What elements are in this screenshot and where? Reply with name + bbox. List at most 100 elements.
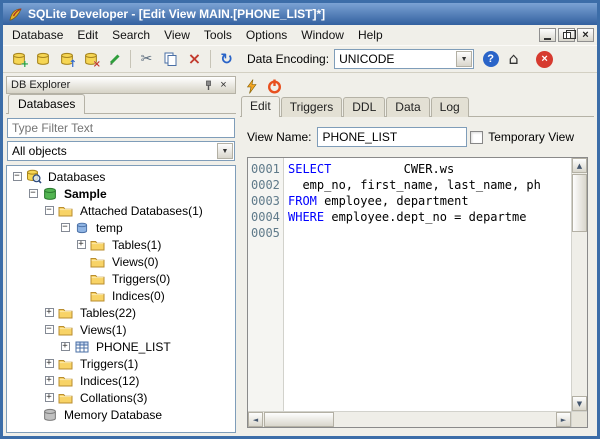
tree-item-label: Tables(22) bbox=[80, 305, 137, 320]
power-icon[interactable] bbox=[265, 77, 284, 95]
menu-help[interactable]: Help bbox=[351, 26, 390, 44]
window-title: SQLite Developer - [Edit View MAIN.[PHON… bbox=[28, 7, 326, 21]
scroll-left-icon[interactable]: ◄ bbox=[248, 412, 263, 427]
view-name-input[interactable] bbox=[317, 127, 468, 147]
collapse-icon[interactable]: − bbox=[12, 172, 22, 181]
delete-icon[interactable]: × bbox=[183, 48, 206, 70]
collapse-icon[interactable]: − bbox=[44, 325, 54, 334]
pin-icon[interactable] bbox=[201, 78, 216, 92]
menu-options[interactable]: Options bbox=[239, 26, 294, 44]
close-panel-icon[interactable]: × bbox=[216, 78, 231, 92]
tree-item-label: Collations(3) bbox=[80, 390, 148, 405]
tree-item-phone-list[interactable]: + PHONE_LIST bbox=[9, 338, 235, 355]
tree-item-views-0[interactable]: Views(0) bbox=[9, 253, 235, 270]
view-name-label: View Name: bbox=[247, 130, 312, 144]
db-green-icon bbox=[41, 186, 58, 201]
copy-icon[interactable] bbox=[159, 48, 182, 70]
data-encoding-combobox[interactable]: UNICODE ▼ bbox=[334, 49, 475, 69]
horizontal-scroll-thumb[interactable] bbox=[264, 412, 334, 427]
tree-item-tables-1[interactable]: + Tables(1) bbox=[9, 236, 235, 253]
tree-item-label: Triggers(0) bbox=[112, 271, 171, 286]
tree-item-tables-22[interactable]: + Tables(22) bbox=[9, 304, 235, 321]
scroll-right-icon[interactable]: ► bbox=[556, 412, 571, 427]
tree-item-indices-0[interactable]: Indices(0) bbox=[9, 287, 235, 304]
app-window: SQLite Developer - [Edit View MAIN.[PHON… bbox=[0, 0, 600, 439]
data-encoding-value: UNICODE bbox=[339, 52, 395, 66]
detach-database-icon[interactable]: × bbox=[79, 48, 102, 70]
database-tree[interactable]: − Databases − Sample − Attached Databases(1) −… bbox=[6, 165, 236, 433]
menu-database[interactable]: Database bbox=[5, 26, 70, 44]
edit-icon[interactable] bbox=[103, 48, 126, 70]
folder-icon bbox=[57, 390, 74, 405]
chevron-down-icon[interactable]: ▼ bbox=[217, 143, 233, 159]
tree-item-sample[interactable]: − Sample bbox=[9, 185, 235, 202]
collapse-icon[interactable]: − bbox=[28, 189, 38, 198]
execute-icon[interactable] bbox=[242, 77, 261, 95]
tab-data[interactable]: Data bbox=[386, 97, 430, 117]
tab-log[interactable]: Log bbox=[430, 97, 469, 117]
expand-icon[interactable]: + bbox=[44, 376, 54, 385]
cut-icon[interactable]: ✂ bbox=[135, 48, 158, 70]
new-database-icon[interactable]: + bbox=[7, 48, 30, 70]
chevron-down-icon[interactable]: ▼ bbox=[456, 51, 473, 67]
tab-edit[interactable]: Edit bbox=[241, 96, 280, 117]
sql-editor: 0001 0002 0003 0004 0005 SELECT CWER.ws emp_… bbox=[247, 157, 588, 428]
tree-item-label: Triggers(1) bbox=[80, 356, 139, 371]
home-icon[interactable]: ⌂ bbox=[502, 48, 525, 70]
attach-database-icon[interactable]: ↑ bbox=[55, 48, 78, 70]
open-database-icon[interactable] bbox=[31, 48, 54, 70]
tree-item-label: temp bbox=[96, 220, 123, 235]
expand-icon[interactable]: + bbox=[44, 359, 54, 368]
tree-item-views-1[interactable]: − Views(1) bbox=[9, 321, 235, 338]
menu-window[interactable]: Window bbox=[294, 26, 351, 44]
folder-icon bbox=[89, 237, 106, 252]
code-line: SELECT CWER.ws bbox=[288, 162, 455, 176]
tree-item-triggers-1[interactable]: + Triggers(1) bbox=[9, 355, 235, 372]
expand-icon[interactable]: + bbox=[60, 342, 70, 351]
vertical-scroll-thumb[interactable] bbox=[572, 174, 587, 232]
expand-icon[interactable]: + bbox=[76, 240, 86, 249]
tree-item-temp[interactable]: − temp bbox=[9, 219, 235, 236]
horizontal-scrollbar[interactable]: ◄ ► bbox=[248, 411, 571, 427]
expand-icon[interactable]: + bbox=[44, 308, 54, 317]
tree-item-attached-databases-1[interactable]: − Attached Databases(1) bbox=[9, 202, 235, 219]
menu-search[interactable]: Search bbox=[105, 26, 157, 44]
refresh-icon[interactable]: ↻ bbox=[215, 48, 238, 70]
toolbar-separator bbox=[210, 50, 211, 68]
tree-item-memory-database[interactable]: Memory Database bbox=[9, 406, 235, 423]
view-editor-panel: EditTriggersDDLDataLog View Name: Tempor… bbox=[240, 76, 594, 433]
scroll-up-icon[interactable]: ▲ bbox=[572, 158, 587, 173]
tree-item-label: Views(0) bbox=[112, 254, 159, 269]
vertical-scrollbar[interactable]: ▲ ▼ bbox=[571, 158, 587, 411]
help-icon[interactable]: ? bbox=[479, 48, 502, 70]
temporary-view-checkbox[interactable] bbox=[470, 130, 484, 144]
filter-input[interactable] bbox=[7, 118, 235, 138]
expand-icon[interactable]: + bbox=[44, 393, 54, 402]
tab-triggers[interactable]: Triggers bbox=[280, 97, 343, 117]
tab-ddl[interactable]: DDL bbox=[343, 97, 386, 117]
edit-tab-content: View Name: Temporary View 00010002000300… bbox=[240, 117, 594, 433]
code-line: emp_no, first_name, last_name, ph bbox=[288, 178, 541, 192]
tree-item-triggers-0[interactable]: Triggers(0) bbox=[9, 270, 235, 287]
tree-item-collations-3[interactable]: + Collations(3) bbox=[9, 389, 235, 406]
close-button[interactable]: × bbox=[577, 28, 594, 42]
editor-toolbar bbox=[240, 76, 594, 97]
collapse-icon[interactable]: − bbox=[60, 223, 70, 232]
minimize-button[interactable] bbox=[539, 28, 556, 42]
menu-edit[interactable]: Edit bbox=[70, 26, 105, 44]
restore-icon bbox=[562, 29, 576, 39]
editor-gutter: 0001 0002 0003 0004 0005 bbox=[248, 158, 284, 411]
folder-icon bbox=[89, 288, 106, 303]
object-filter-combobox[interactable]: All objects ▼ bbox=[7, 141, 235, 161]
restore-button[interactable] bbox=[558, 28, 576, 42]
tree-item-databases[interactable]: − Databases bbox=[9, 168, 235, 185]
collapse-icon[interactable]: − bbox=[44, 206, 54, 215]
menu-view[interactable]: View bbox=[157, 26, 197, 44]
scroll-down-icon[interactable]: ▼ bbox=[572, 396, 587, 411]
exit-icon[interactable]: × bbox=[533, 48, 556, 70]
tab-databases[interactable]: Databases bbox=[8, 94, 86, 114]
tree-item-indices-12[interactable]: + Indices(12) bbox=[9, 372, 235, 389]
tree-item-label: Memory Database bbox=[64, 407, 163, 422]
menu-tools[interactable]: Tools bbox=[197, 26, 239, 44]
editor-code[interactable]: SELECT CWER.ws emp_no, first_name, last_… bbox=[284, 158, 571, 411]
